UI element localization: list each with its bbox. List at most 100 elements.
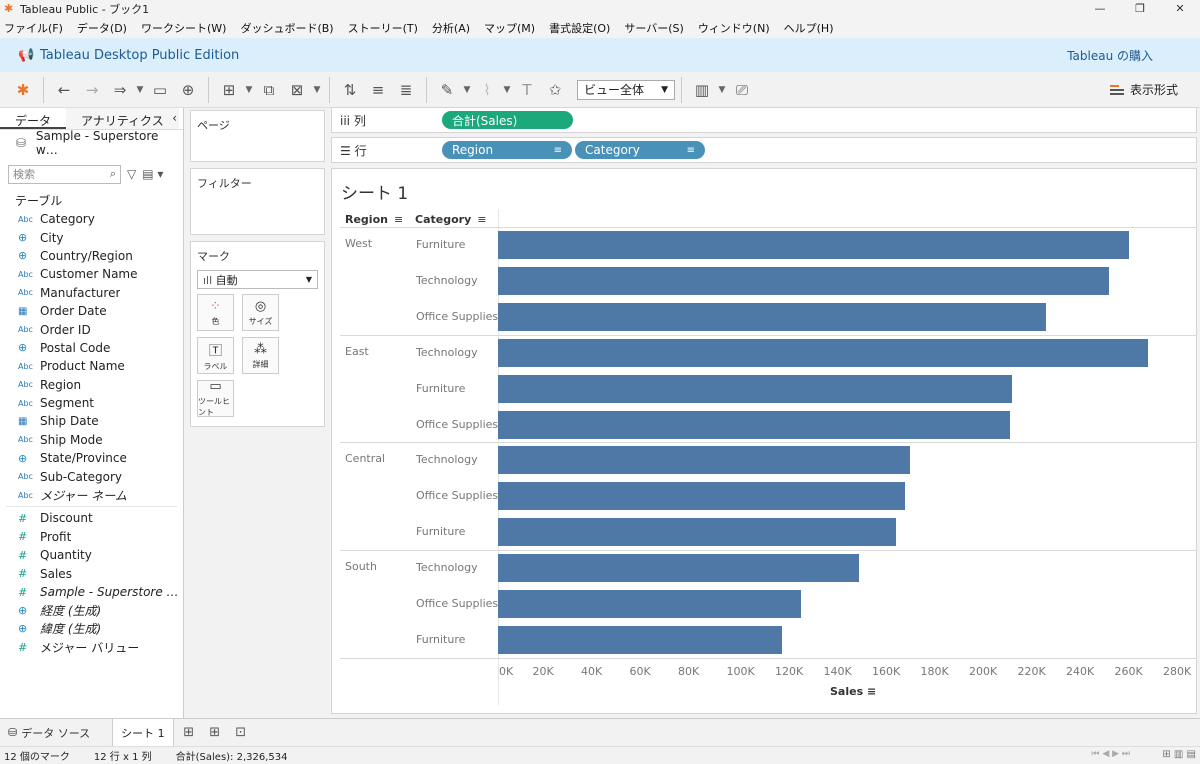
bar-mark[interactable] — [498, 374, 1013, 403]
detail-button[interactable]: ⁂ 詳細 — [242, 337, 279, 374]
category-label[interactable]: Furniture — [416, 525, 465, 538]
chevron-down-icon[interactable]: ▼ — [717, 78, 727, 102]
bar-mark[interactable] — [498, 554, 860, 583]
menu-format[interactable]: 書式設定(O) — [549, 20, 610, 36]
region-header[interactable]: Region ≡ — [345, 213, 403, 226]
category-label[interactable]: Technology — [416, 274, 478, 287]
field-item[interactable]: ▦ Ship Date — [0, 412, 183, 430]
save-icon[interactable]: ▭ — [149, 78, 171, 102]
bar-mark[interactable] — [498, 446, 911, 475]
columns-shelf[interactable]: iii 列 合計(Sales) — [331, 107, 1197, 133]
field-item[interactable]: Abc Customer Name — [0, 265, 183, 283]
sort-icon[interactable]: ≡ — [867, 685, 876, 698]
highlight-icon[interactable]: ✎ — [436, 78, 458, 102]
view-options-icon[interactable]: ▤ ▾ — [142, 167, 163, 181]
field-item[interactable]: Abc Order ID — [0, 320, 183, 338]
mark-type-select[interactable]: ıll 自動 ▼ — [197, 270, 318, 289]
tab-data[interactable]: データ — [0, 108, 67, 129]
duplicate-sheet-icon[interactable]: ⧉ — [258, 78, 280, 102]
sort-descending-icon[interactable]: ≣ — [395, 78, 417, 102]
region-label[interactable]: Central — [345, 452, 385, 465]
pin-axes-icon[interactable]: ✩ — [544, 78, 566, 102]
menu-window[interactable]: ウィンドウ(N) — [698, 20, 770, 36]
category-label[interactable]: Furniture — [416, 238, 465, 251]
category-pill[interactable]: Category ≡ — [575, 141, 705, 159]
menu-help[interactable]: ヘルプ(H) — [784, 20, 834, 36]
bar-mark[interactable] — [498, 482, 906, 511]
fit-select[interactable]: ビュー全体 ▼ — [577, 79, 675, 100]
chevron-down-icon[interactable]: ▼ — [462, 78, 472, 102]
menu-dashboard[interactable]: ダッシュボード(B) — [240, 20, 333, 36]
field-item[interactable]: # Discount — [0, 509, 183, 527]
field-item[interactable]: ▦ Order Date — [0, 302, 183, 320]
sheet-navigation[interactable]: ⏮ ◀ ▶ ⏭ — [1091, 749, 1130, 759]
field-item[interactable]: Abc メジャー ネーム — [0, 486, 183, 504]
menu-map[interactable]: マップ(M) — [484, 20, 535, 36]
bar-mark[interactable] — [498, 231, 1129, 259]
bar-mark[interactable] — [498, 302, 1047, 331]
sort-icon[interactable]: ≡ — [477, 213, 486, 226]
close-button[interactable]: ✕ — [1160, 0, 1200, 18]
filter-icon[interactable]: ▽ — [127, 167, 136, 181]
sort-icon[interactable]: ≡ — [394, 213, 403, 226]
region-pill[interactable]: Region ≡ — [442, 141, 572, 159]
bar-mark[interactable] — [498, 338, 1148, 367]
show-mark-labels-icon[interactable]: T — [516, 78, 538, 102]
field-item[interactable]: ⊕ 緯度 (生成) — [0, 620, 183, 638]
datasource-tab[interactable]: ⛁ データ ソース — [0, 719, 98, 747]
category-label[interactable]: Furniture — [416, 382, 465, 395]
menu-data[interactable]: データ(D) — [77, 20, 127, 36]
category-label[interactable]: Technology — [416, 561, 478, 574]
field-item[interactable]: Abc Ship Mode — [0, 431, 183, 449]
new-worksheet-icon[interactable]: ⊞ — [178, 725, 200, 740]
chevron-down-icon[interactable]: ▼ — [135, 78, 145, 102]
field-item[interactable]: # Sample - Superstore wit… — [0, 583, 183, 601]
new-story-icon[interactable]: ⊡ — [230, 725, 252, 740]
field-item[interactable]: Abc Region — [0, 376, 183, 394]
field-item[interactable]: # Sales — [0, 564, 183, 582]
field-item[interactable]: ⊕ State/Province — [0, 449, 183, 467]
field-item[interactable]: ⊕ Postal Code — [0, 339, 183, 357]
category-label[interactable]: Technology — [416, 453, 478, 466]
menu-analysis[interactable]: 分析(A) — [432, 20, 470, 36]
sum-sales-pill[interactable]: 合計(Sales) — [442, 111, 573, 129]
x-axis-title[interactable]: Sales ≡ — [830, 685, 876, 698]
region-label[interactable]: South — [345, 560, 377, 573]
field-item[interactable]: Abc Category — [0, 210, 183, 228]
field-item[interactable]: Abc Manufacturer — [0, 284, 183, 302]
redo-icon[interactable]: → — [81, 78, 103, 102]
color-button[interactable]: ⁘ 色 — [197, 294, 234, 331]
size-button[interactable]: ◎ サイズ — [242, 294, 279, 331]
field-item[interactable]: # Profit — [0, 528, 183, 546]
category-label[interactable]: Office Supplies — [416, 597, 498, 610]
show-me-button[interactable]: 表示形式 — [1109, 81, 1178, 98]
field-item[interactable]: # Quantity — [0, 546, 183, 564]
field-item[interactable]: ⊕ Country/Region — [0, 247, 183, 265]
rows-shelf[interactable]: ☰ 行 Region ≡ Category ≡ — [331, 137, 1197, 163]
label-button[interactable]: 🅃 ラベル — [197, 337, 234, 374]
category-label[interactable]: Office Supplies — [416, 489, 498, 502]
replay-icon[interactable]: ⇒ — [109, 78, 131, 102]
search-input[interactable]: 検索 ⌕ — [8, 164, 121, 184]
field-item[interactable]: # メジャー バリュー — [0, 638, 183, 656]
sort-ascending-icon[interactable]: ≡ — [367, 78, 389, 102]
menu-worksheet[interactable]: ワークシート(W) — [141, 20, 226, 36]
swap-rows-columns-icon[interactable]: ⇅ — [339, 78, 361, 102]
category-header[interactable]: Category ≡ — [415, 213, 486, 226]
chevron-down-icon[interactable]: ▼ — [312, 78, 322, 102]
undo-icon[interactable]: ← — [53, 78, 75, 102]
chevron-down-icon[interactable]: ▼ — [244, 78, 254, 102]
new-worksheet-icon[interactable]: ⊞ — [218, 78, 240, 102]
sheet-tab[interactable]: シート 1 — [112, 718, 174, 747]
region-label[interactable]: East — [345, 345, 369, 358]
clear-sheet-icon[interactable]: ⊠ — [286, 78, 308, 102]
category-label[interactable]: Office Supplies — [416, 418, 498, 431]
filters-card[interactable]: フィルター — [190, 168, 325, 235]
datasource-item[interactable]: ⛁ Sample - Superstore w… — [0, 129, 183, 157]
field-item[interactable]: ⊕ City — [0, 228, 183, 246]
collapse-pane-icon[interactable]: ‹ — [172, 111, 177, 125]
new-datasource-icon[interactable]: ⊕ — [177, 78, 199, 102]
menu-file[interactable]: ファイル(F) — [4, 20, 63, 36]
tab-analytics[interactable]: アナリティクス — [66, 108, 179, 129]
view-toggle-icons[interactable]: ⊞ ▥ ▤ — [1162, 749, 1196, 760]
